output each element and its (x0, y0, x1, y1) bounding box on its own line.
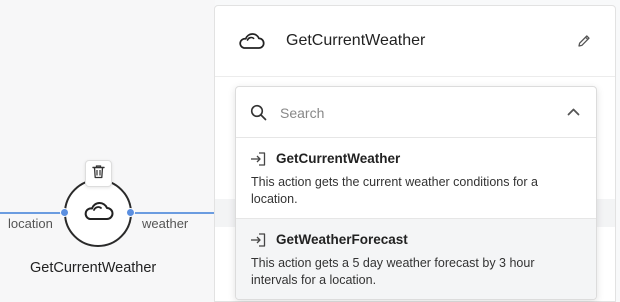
input-port-label: location (8, 216, 53, 231)
output-port[interactable] (126, 208, 135, 217)
search-row (236, 87, 596, 138)
option-description: This action gets a 5 day weather forecas… (251, 256, 535, 287)
search-input[interactable] (280, 101, 550, 125)
output-connection-line (130, 212, 220, 214)
cloud-icon (237, 31, 265, 56)
pencil-icon (577, 34, 591, 53)
action-sign-in-icon (250, 152, 266, 171)
option-title: GetWeatherForecast (276, 232, 408, 247)
action-select-dropdown[interactable]: GetCurrentWeather This action gets the c… (235, 86, 597, 300)
panel-title: GetCurrentWeather (286, 32, 426, 49)
action-option-get-weather-forecast[interactable]: GetWeatherForecast This action gets a 5 … (236, 218, 596, 299)
collapse-dropdown-button[interactable] (566, 105, 580, 119)
trash-icon (92, 164, 105, 184)
output-port-label: weather (142, 216, 189, 231)
node-label: GetCurrentWeather (30, 260, 157, 276)
chevron-up-icon (567, 103, 580, 121)
flow-canvas[interactable]: location weather GetCurrentWeather (0, 0, 220, 302)
action-node[interactable] (64, 179, 132, 247)
option-description: This action gets the current weather con… (251, 175, 538, 206)
search-icon (250, 104, 267, 126)
action-option-get-current-weather[interactable]: GetCurrentWeather This action gets the c… (236, 138, 596, 218)
cloud-icon (82, 200, 114, 227)
option-title: GetCurrentWeather (276, 151, 401, 166)
panel-header: GetCurrentWeather (215, 6, 615, 77)
edit-title-button[interactable] (575, 34, 593, 52)
delete-node-button[interactable] (85, 160, 112, 187)
input-port[interactable] (60, 208, 69, 217)
input-connection-line (0, 212, 64, 214)
action-sign-in-icon (250, 233, 266, 252)
